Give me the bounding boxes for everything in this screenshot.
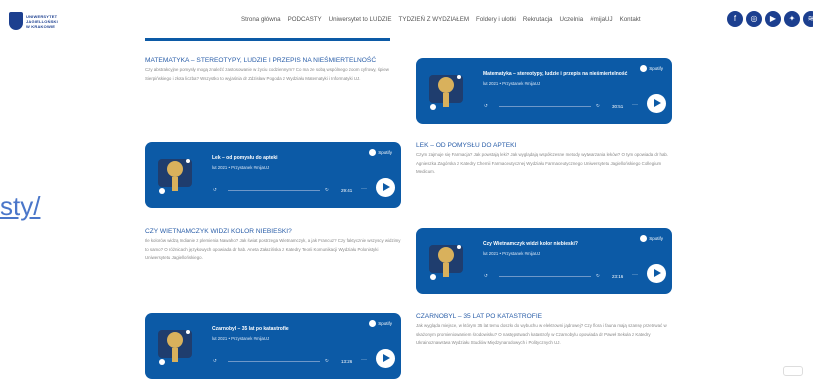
top-navigation-bar: UNIWERSYTET JAGIELLOŃSKI W KRAKOWIE Stro… bbox=[0, 0, 813, 38]
nav-item-people[interactable]: Uniwersytet to LUDZIE bbox=[329, 16, 392, 23]
podcast-cover-art bbox=[429, 75, 463, 110]
rewind-15-icon[interactable]: ↺ bbox=[484, 273, 488, 279]
logo-line-3: W KRAKOWIE bbox=[26, 23, 56, 29]
nav-item-podcasts[interactable]: PODCASTY bbox=[288, 16, 322, 23]
spotify-logo: Spotify bbox=[369, 320, 392, 327]
play-button[interactable] bbox=[376, 178, 395, 197]
podcast-description: Ile kolorów widzą Indianie z plemienia N… bbox=[145, 238, 401, 260]
spotify-icon bbox=[369, 149, 377, 156]
forward-15-icon[interactable]: ↻ bbox=[596, 273, 600, 279]
episode-duration: 30:51 bbox=[612, 104, 624, 109]
episode-title: Czarnobyl – 35 lat po katastrofie bbox=[212, 326, 289, 332]
rewind-15-icon[interactable]: ↺ bbox=[213, 187, 217, 193]
more-options-icon[interactable]: ··· bbox=[361, 186, 367, 192]
forward-15-icon[interactable]: ↻ bbox=[596, 103, 600, 109]
spotify-icon bbox=[640, 65, 648, 72]
episode-meta: lut 2021 • Przystanek #mijaUJ bbox=[212, 336, 270, 341]
nav-item-faculty-week[interactable]: TYDZIEŃ Z WYDZIAŁEM bbox=[399, 16, 469, 23]
rewind-15-icon[interactable]: ↺ bbox=[484, 103, 488, 109]
progress-track[interactable] bbox=[228, 190, 320, 191]
podcast-cover-art bbox=[158, 159, 192, 194]
spotify-logo: Spotify bbox=[640, 65, 663, 72]
episode-duration: 29:41 bbox=[341, 188, 353, 193]
forward-15-icon[interactable]: ↻ bbox=[325, 187, 329, 193]
episode-title: Lek – od pomysłu do apteki bbox=[212, 155, 278, 161]
progress-track[interactable] bbox=[499, 106, 591, 107]
podcast-title[interactable]: LEK – OD POMYSŁU DO APTEKI bbox=[416, 142, 516, 149]
play-button[interactable] bbox=[647, 94, 666, 113]
episode-title: Czy Wietnamczyk widzi kolor niebieski? bbox=[483, 241, 578, 247]
overlapping-link-text[interactable]: sty/ bbox=[0, 191, 40, 222]
podcast-description: Jak wygląda miejsce, w którym 35 lat tem… bbox=[416, 323, 667, 345]
spotify-icon bbox=[369, 320, 377, 327]
nav-item-home[interactable]: Strona główna bbox=[241, 16, 281, 23]
spotify-embed-card[interactable]: Lek – od pomysłu do apteki lut 2021 • Pr… bbox=[145, 142, 401, 208]
progress-track[interactable] bbox=[228, 361, 320, 362]
university-logo[interactable]: UNIWERSYTET JAGIELLOŃSKI W KRAKOWIE bbox=[9, 9, 77, 33]
main-menu: Strona główna PODCASTY Uniwersytet to LU… bbox=[241, 16, 641, 23]
podcast-description: Czym zajmuje się Farmacja? Jak powstają … bbox=[416, 152, 669, 174]
more-options-icon[interactable]: ··· bbox=[361, 357, 367, 363]
spotify-logo: Spotify bbox=[640, 235, 663, 242]
episode-meta: lut 2021 • Przystanek #mijaUJ bbox=[212, 165, 270, 170]
crest-icon bbox=[9, 12, 23, 30]
nav-item-mijauj[interactable]: #mijaUJ bbox=[590, 16, 612, 23]
podcast-cover-art bbox=[158, 330, 192, 365]
podcast-title[interactable]: CZARNOBYL – 35 LAT PO KATASTROFIE bbox=[416, 313, 542, 320]
spotify-embed-card[interactable]: Czy Wietnamczyk widzi kolor niebieski? l… bbox=[416, 228, 672, 294]
play-button[interactable] bbox=[647, 264, 666, 283]
podcast-description: Czy abstrakcyjne pomysły mogą znaleźć za… bbox=[145, 67, 389, 81]
forward-15-icon[interactable]: ↻ bbox=[325, 358, 329, 364]
podcast-title[interactable]: MATEMATYKA – STEREOTYPY, LUDZIE I PRZEPI… bbox=[145, 57, 376, 64]
episode-meta: lut 2021 • Przystanek #mijaUJ bbox=[483, 251, 541, 256]
nav-item-recruitment[interactable]: Rekrutacja bbox=[523, 16, 553, 23]
spotify-icon[interactable]: ≋ bbox=[803, 11, 813, 27]
more-options-icon[interactable]: ··· bbox=[632, 102, 638, 108]
twitter-icon[interactable]: ✦ bbox=[784, 11, 800, 27]
spotify-logo: Spotify bbox=[369, 149, 392, 156]
social-links: f ◎ ▶ ✦ ≋ bbox=[727, 11, 813, 27]
play-button[interactable] bbox=[376, 349, 395, 368]
nav-item-contact[interactable]: Kontakt bbox=[620, 16, 641, 23]
podcast-title[interactable]: CZY WIETNAMCZYK WIDZI KOLOR NIEBIESKI? bbox=[145, 228, 292, 235]
nav-item-university[interactable]: Uczelnia bbox=[560, 16, 584, 23]
more-options-icon[interactable]: ··· bbox=[632, 272, 638, 278]
instagram-icon[interactable]: ◎ bbox=[746, 11, 762, 27]
spotify-embed-card[interactable]: Czarnobyl – 35 lat po katastrofie lut 20… bbox=[145, 313, 401, 379]
spotify-icon bbox=[640, 235, 648, 242]
youtube-icon[interactable]: ▶ bbox=[765, 11, 781, 27]
episode-duration: 23:16 bbox=[612, 274, 624, 279]
rewind-15-icon[interactable]: ↺ bbox=[213, 358, 217, 364]
scroll-to-top-button[interactable] bbox=[783, 366, 803, 376]
facebook-icon[interactable]: f bbox=[727, 11, 743, 27]
episode-duration: 13:26 bbox=[341, 359, 353, 364]
nav-item-folders[interactable]: Foldery i ulotki bbox=[476, 16, 516, 23]
episode-meta: lut 2021 • Przystanek #mijaUJ bbox=[483, 81, 541, 86]
episode-title: Matematyka – stereotypy, ludzie i przepi… bbox=[483, 71, 628, 77]
progress-track[interactable] bbox=[499, 276, 591, 277]
spotify-embed-card[interactable]: Matematyka – stereotypy, ludzie i przepi… bbox=[416, 58, 672, 124]
podcast-cover-art bbox=[429, 245, 463, 280]
previous-card-edge bbox=[145, 38, 390, 41]
